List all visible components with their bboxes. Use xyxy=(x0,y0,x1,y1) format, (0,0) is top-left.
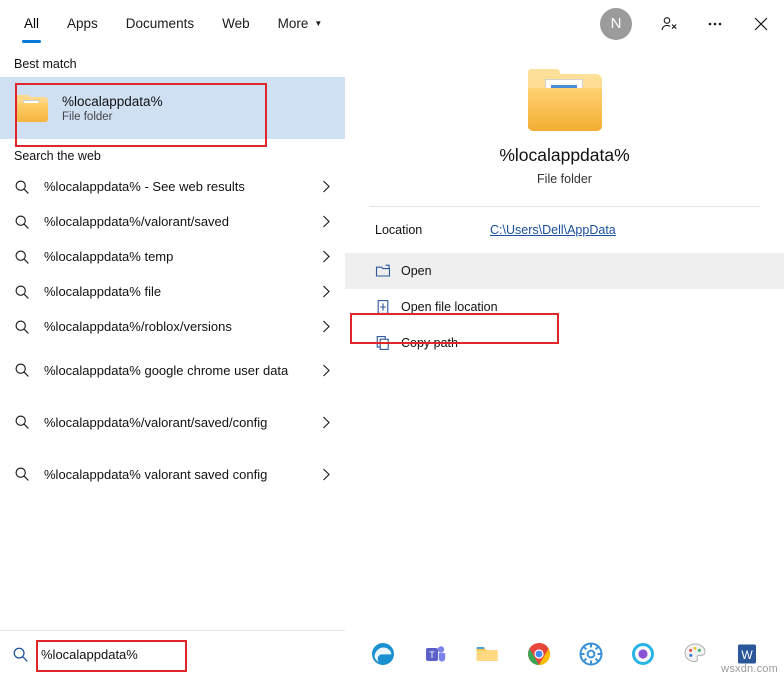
open-action-label: Open xyxy=(401,264,432,278)
preview-subtitle: File folder xyxy=(537,172,592,186)
close-icon[interactable] xyxy=(738,0,784,47)
search-icon xyxy=(14,284,36,300)
folder-icon xyxy=(528,69,602,131)
open-file-location-icon xyxy=(375,299,401,315)
chevron-right-icon[interactable] xyxy=(322,250,335,263)
settings-icon[interactable] xyxy=(578,641,604,667)
location-row: Location C:\Users\Dell\AppData xyxy=(345,207,784,253)
search-icon xyxy=(14,362,36,378)
search-icon xyxy=(14,414,36,430)
search-icon xyxy=(12,646,29,663)
taskbar: T xyxy=(345,630,784,677)
web-result-7-label: %localappdata% valorant saved config xyxy=(36,466,322,483)
chevron-right-icon[interactable] xyxy=(322,285,335,298)
cortana-icon[interactable] xyxy=(630,641,656,667)
web-result-7[interactable]: %localappdata% valorant saved config xyxy=(0,448,345,500)
ellipsis-icon[interactable] xyxy=(692,0,738,47)
open-file-location-label: Open file location xyxy=(401,300,498,314)
chevron-right-icon[interactable] xyxy=(322,468,335,481)
chevron-right-icon[interactable] xyxy=(322,364,335,377)
open-action[interactable]: Open xyxy=(345,253,784,289)
tab-all[interactable]: All xyxy=(10,0,53,47)
file-explorer-icon[interactable] xyxy=(474,641,500,667)
tab-more[interactable]: More ▼ xyxy=(264,0,337,47)
location-label: Location xyxy=(375,223,490,237)
avatar-initial: N xyxy=(611,15,622,32)
folder-icon xyxy=(16,95,48,122)
tab-list: All Apps Documents Web More ▼ xyxy=(0,0,336,47)
search-icon xyxy=(14,179,36,195)
search-icon xyxy=(14,214,36,230)
edge-icon[interactable] xyxy=(370,641,396,667)
best-match-header: Best match xyxy=(0,47,345,77)
search-flyout: All Apps Documents Web More ▼ N xyxy=(0,0,784,677)
best-match-texts: %localappdata% File folder xyxy=(62,94,163,123)
web-result-3[interactable]: %localappdata% file xyxy=(0,274,345,309)
best-match-item[interactable]: %localappdata% File folder xyxy=(0,77,345,139)
bottom-bar: %localappdata% T xyxy=(0,630,784,677)
web-result-4-label: %localappdata%/roblox/versions xyxy=(36,318,322,335)
tab-all-label: All xyxy=(24,16,39,31)
chevron-down-icon: ▼ xyxy=(314,20,322,28)
chevron-right-icon[interactable] xyxy=(322,180,335,193)
open-folder-icon xyxy=(375,263,401,279)
search-web-header: Search the web xyxy=(0,139,345,169)
web-result-3-label: %localappdata% file xyxy=(36,283,322,300)
web-result-2-label: %localappdata% temp xyxy=(36,248,322,265)
tab-apps-label: Apps xyxy=(67,16,98,31)
action-list: Open Open file location xyxy=(345,253,784,361)
search-icon xyxy=(14,466,36,482)
svg-text:W: W xyxy=(741,648,753,662)
web-result-4[interactable]: %localappdata%/roblox/versions xyxy=(0,309,345,344)
chevron-right-icon[interactable] xyxy=(322,215,335,228)
results-pane: Best match %localappdata% File folder Se… xyxy=(0,47,345,630)
copy-path-label: Copy path xyxy=(401,336,458,350)
location-link[interactable]: C:\Users\Dell\AppData xyxy=(490,223,616,237)
watermark: wsxdn.com xyxy=(721,663,778,675)
search-icon xyxy=(14,319,36,335)
paint-icon[interactable] xyxy=(682,641,708,667)
chevron-right-icon[interactable] xyxy=(322,320,335,333)
tab-more-label: More xyxy=(278,16,309,31)
svg-text:T: T xyxy=(429,650,435,660)
search-icon xyxy=(14,249,36,265)
tab-apps[interactable]: Apps xyxy=(53,0,112,47)
tab-bar: All Apps Documents Web More ▼ N xyxy=(0,0,784,47)
web-result-0[interactable]: %localappdata% - See web results xyxy=(0,169,345,204)
search-input[interactable]: %localappdata% xyxy=(0,630,345,677)
web-result-5[interactable]: %localappdata% google chrome user data xyxy=(0,344,345,396)
web-result-1-label: %localappdata%/valorant/saved xyxy=(36,213,322,230)
best-match-title: %localappdata% xyxy=(62,94,163,109)
person-feedback-icon[interactable] xyxy=(646,0,692,47)
tab-web[interactable]: Web xyxy=(208,0,264,47)
preview-pane: %localappdata% File folder Location C:\U… xyxy=(345,47,784,630)
open-file-location-action[interactable]: Open file location xyxy=(345,289,784,325)
web-result-5-label: %localappdata% google chrome user data xyxy=(36,362,322,379)
preview-header: %localappdata% File folder xyxy=(345,47,784,186)
web-result-0-label: %localappdata% - See web results xyxy=(36,178,322,195)
tab-documents[interactable]: Documents xyxy=(112,0,208,47)
chevron-right-icon[interactable] xyxy=(322,416,335,429)
chrome-icon[interactable] xyxy=(526,641,552,667)
preview-title: %localappdata% xyxy=(499,145,629,166)
web-result-6[interactable]: %localappdata%/valorant/saved/config xyxy=(0,396,345,448)
tab-web-label: Web xyxy=(222,16,250,31)
web-result-1[interactable]: %localappdata%/valorant/saved xyxy=(0,204,345,239)
best-match-subtitle: File folder xyxy=(62,111,163,123)
titlebar-controls: N xyxy=(600,0,784,47)
web-result-2[interactable]: %localappdata% temp xyxy=(0,239,345,274)
copy-path-action[interactable]: Copy path xyxy=(345,325,784,361)
copy-path-icon xyxy=(375,335,401,351)
search-input-value: %localappdata% xyxy=(29,647,138,662)
web-result-6-label: %localappdata%/valorant/saved/config xyxy=(36,414,322,431)
tab-documents-label: Documents xyxy=(126,16,194,31)
teams-icon[interactable]: T xyxy=(422,641,448,667)
avatar[interactable]: N xyxy=(600,8,632,40)
